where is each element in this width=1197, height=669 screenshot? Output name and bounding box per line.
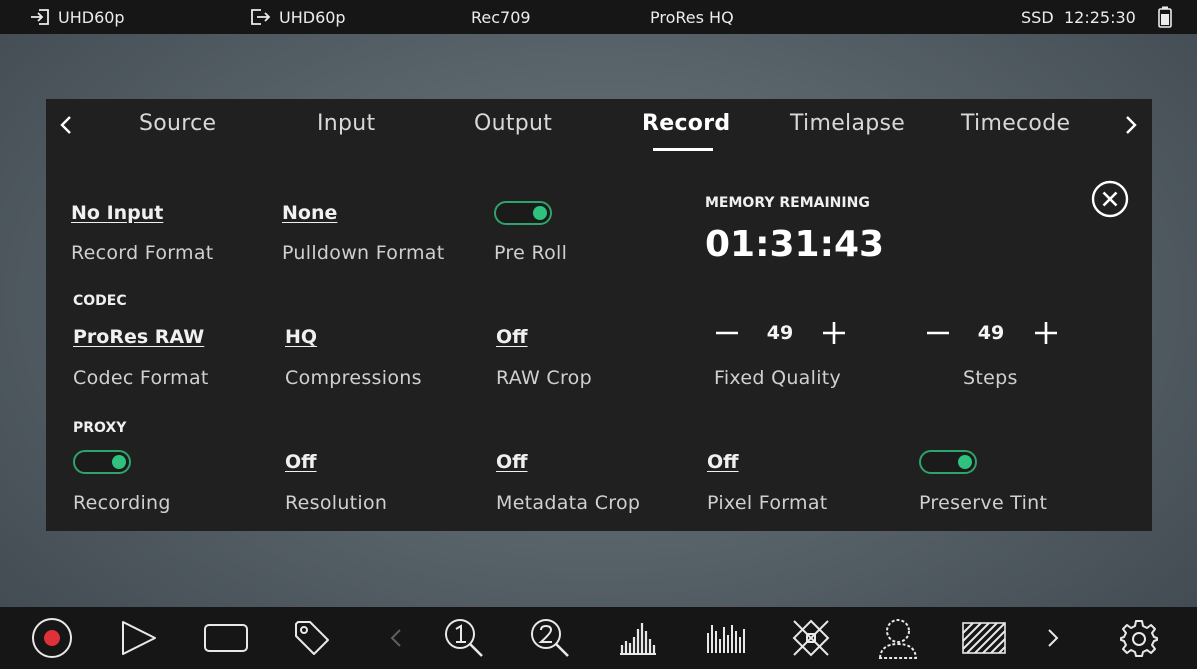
fixed-quality-minus-icon[interactable] xyxy=(714,320,740,346)
pixel-format-label: Pixel Format xyxy=(707,492,828,514)
raw-crop-value[interactable]: Off xyxy=(496,326,528,348)
vectorscope-button[interactable] xyxy=(789,607,833,669)
chevron-left-icon xyxy=(390,629,401,647)
input-format: UHD60p xyxy=(58,7,125,27)
proxy-resolution-label: Resolution xyxy=(285,492,388,514)
chevron-right-icon xyxy=(1048,629,1059,647)
play-button[interactable] xyxy=(117,607,161,669)
active-tab-indicator xyxy=(653,148,713,151)
tab-prev-chevron-left-icon[interactable] xyxy=(58,114,74,136)
steps-minus-icon[interactable] xyxy=(925,320,951,346)
tag-button[interactable] xyxy=(291,607,333,669)
false-color-icon xyxy=(878,619,918,659)
steps-plus-icon[interactable] xyxy=(1033,320,1059,346)
settings-button[interactable] xyxy=(1118,607,1160,669)
zoom-2-icon xyxy=(531,619,569,657)
preserve-tint-toggle[interactable] xyxy=(919,450,977,474)
tag-icon xyxy=(295,621,329,655)
codec-section-title: CODEC xyxy=(73,293,127,309)
waveform-button[interactable] xyxy=(617,607,659,669)
histogram-icon xyxy=(707,625,745,653)
fixed-quality-value: 49 xyxy=(766,322,794,344)
tab-timecode[interactable]: Timecode xyxy=(961,111,1070,136)
settings-icon xyxy=(1120,620,1158,657)
zebra-icon xyxy=(962,622,1006,654)
battery-icon xyxy=(1158,6,1172,28)
fixed-quality-label: Fixed Quality xyxy=(714,367,842,389)
zebra-button[interactable] xyxy=(960,607,1008,669)
color-space[interactable]: Rec709 xyxy=(471,0,531,34)
pre-roll-label: Pre Roll xyxy=(494,242,568,264)
codec-format-label: Codec Format xyxy=(73,367,209,389)
fixed-quality-plus-icon[interactable] xyxy=(821,320,847,346)
clock: 12:25:30 xyxy=(1064,7,1136,27)
proxy-section-title: PROXY xyxy=(73,420,127,436)
tab-input[interactable]: Input xyxy=(317,111,375,136)
proxy-recording-label: Recording xyxy=(73,492,171,514)
status-bar: UHD60p UHD60p Rec709 ProRes HQ SSD 12:25… xyxy=(0,0,1197,34)
toolbar-prev-button[interactable] xyxy=(385,607,407,669)
waveform-icon xyxy=(620,623,656,655)
output-format: UHD60p xyxy=(279,7,346,27)
output-status[interactable]: UHD60p xyxy=(251,0,346,34)
pulldown-format-value[interactable]: None xyxy=(282,202,337,224)
preserve-tint-label: Preserve Tint xyxy=(919,492,1048,514)
steps-value: 49 xyxy=(977,322,1005,344)
pixel-format-value[interactable]: Off xyxy=(707,451,739,473)
record-format-value[interactable]: No Input xyxy=(71,202,163,224)
input-status[interactable]: UHD60p xyxy=(30,0,125,34)
tab-timelapse[interactable]: Timelapse xyxy=(790,111,905,136)
steps-label: Steps xyxy=(963,367,1018,389)
zoom-2-button[interactable] xyxy=(529,607,571,669)
raw-crop-label: RAW Crop xyxy=(496,367,592,389)
memory-remaining-value: 01:31:43 xyxy=(705,224,885,265)
codec-format-value[interactable]: ProRes RAW xyxy=(73,326,204,348)
stop-icon xyxy=(204,624,248,652)
zoom-1-icon xyxy=(445,619,483,657)
tab-next-chevron-right-icon[interactable] xyxy=(1123,114,1139,136)
proxy-resolution-value[interactable]: Off xyxy=(285,451,317,473)
play-icon xyxy=(122,621,156,655)
record-button[interactable] xyxy=(30,607,74,669)
metadata-crop-value[interactable]: Off xyxy=(496,451,528,473)
false-color-button[interactable] xyxy=(876,607,920,669)
metadata-crop-label: Metadata Crop xyxy=(496,492,641,514)
tab-source[interactable]: Source xyxy=(139,111,216,136)
pre-roll-toggle[interactable] xyxy=(494,201,552,225)
close-icon[interactable] xyxy=(1091,180,1129,218)
compressions-value[interactable]: HQ xyxy=(285,326,317,348)
codec-status[interactable]: ProRes HQ xyxy=(650,0,734,34)
toggle-knob xyxy=(112,455,126,469)
zoom-1-button[interactable] xyxy=(443,607,485,669)
vectorscope-icon xyxy=(792,619,830,657)
record-icon xyxy=(32,618,72,658)
tab-record[interactable]: Record xyxy=(642,111,730,136)
bottom-toolbar xyxy=(0,607,1197,669)
histogram-button[interactable] xyxy=(703,607,747,669)
compressions-label: Compressions xyxy=(285,367,422,389)
battery-indicator xyxy=(1158,0,1172,34)
input-icon xyxy=(31,9,49,25)
record-format-label: Record Format xyxy=(71,242,214,264)
stop-button[interactable] xyxy=(203,607,249,669)
toggle-knob xyxy=(533,206,547,220)
toolbar-next-button[interactable] xyxy=(1042,607,1064,669)
pulldown-format-label: Pulldown Format xyxy=(282,242,445,264)
record-settings-panel xyxy=(46,99,1152,531)
toggle-knob xyxy=(958,455,972,469)
output-icon xyxy=(251,9,271,25)
tab-output[interactable]: Output xyxy=(474,111,552,136)
media-status: SSD xyxy=(1021,7,1054,27)
proxy-recording-toggle[interactable] xyxy=(73,450,131,474)
memory-remaining-title: MEMORY REMAINING xyxy=(705,195,870,211)
